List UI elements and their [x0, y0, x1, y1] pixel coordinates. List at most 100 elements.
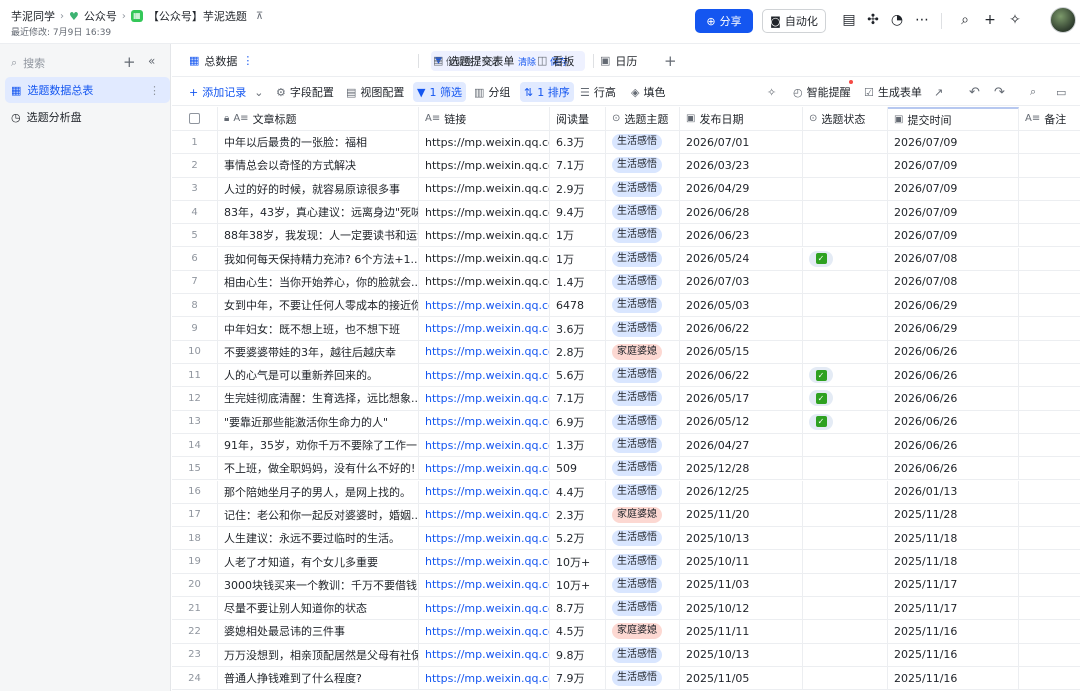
- search-records-icon[interactable]: ⌕: [1030, 82, 1036, 102]
- link-cell[interactable]: https://mp.weixin.qq.co...: [419, 154, 550, 177]
- tab-calendar[interactable]: ▣ 日历: [600, 44, 637, 77]
- column-header-link[interactable]: A≡ 链接: [419, 107, 550, 130]
- add-record-button[interactable]: + 添加记录 ⌄: [189, 82, 263, 102]
- status-cell[interactable]: [803, 154, 888, 177]
- status-cell[interactable]: [803, 224, 888, 247]
- title-cell[interactable]: 尽量不要让别人知道你的状态: [218, 597, 419, 620]
- submit-time-cell[interactable]: 2025/11/16: [888, 620, 1019, 643]
- topic-cell[interactable]: 家庭婆媳: [606, 340, 680, 363]
- title-cell[interactable]: 88年38岁，我发现：人一定要读书和运动: [218, 224, 419, 247]
- submit-time-cell[interactable]: 2026/06/26: [888, 410, 1019, 433]
- notes-cell[interactable]: [1019, 201, 1080, 223]
- reads-cell[interactable]: 1万: [550, 247, 606, 270]
- topic-cell[interactable]: 生活感悟: [606, 387, 680, 410]
- table-row[interactable]: 19人老了才知道，有个女儿多重要https://mp.weixin.qq.co.…: [172, 550, 1080, 574]
- notes-cell[interactable]: [1019, 411, 1080, 433]
- table-row[interactable]: 18 人生建议：永远不要过临时的生活。 https://mp.weixin.qq.c…: [172, 527, 1080, 551]
- notes-cell[interactable]: [1019, 341, 1080, 363]
- automation-button[interactable]: ◙ 自动化: [762, 9, 826, 33]
- title-cell[interactable]: 普通人挣钱难到了什么程度?: [218, 666, 419, 690]
- share-button[interactable]: ⊕ 分享: [695, 9, 753, 33]
- notes-cell[interactable]: [1019, 131, 1080, 153]
- topic-cell[interactable]: 生活感悟: [606, 573, 680, 596]
- link-cell[interactable]: https://mp.weixin.qq.co...: [419, 131, 550, 154]
- submit-time-cell[interactable]: 2026/01/13: [888, 480, 1019, 503]
- topic-cell[interactable]: 生活感悟: [606, 433, 680, 457]
- table-row[interactable]: 3人过的好的时候，就容易原谅很多事https://mp.weixin.qq.co…: [172, 177, 1080, 201]
- title-cell[interactable]: 人过的好的时候，就容易原谅很多事: [218, 177, 419, 200]
- publish-date-cell[interactable]: 2026/06/22: [680, 317, 803, 340]
- redo-icon[interactable]: ↷: [994, 82, 1005, 102]
- submit-time-cell[interactable]: 2026/06/29: [888, 294, 1019, 317]
- link-cell[interactable]: https://mp.weixin.qq.co...: [419, 597, 550, 620]
- submit-time-cell[interactable]: 2025/11/28: [888, 503, 1019, 527]
- comment-icon[interactable]: ▭: [1056, 82, 1066, 102]
- link-cell[interactable]: https://mp.weixin.qq.co...: [419, 177, 550, 200]
- topic-cell[interactable]: 生活感悟: [606, 527, 680, 550]
- topic-cell[interactable]: 生活感悟: [606, 666, 680, 690]
- link-cell[interactable]: https://mp.weixin.qq.co...: [419, 387, 550, 410]
- reads-cell[interactable]: 2.8万: [550, 340, 606, 363]
- publish-date-cell[interactable]: 2026/07/01: [680, 131, 803, 154]
- table-row[interactable]: 20 3000块钱买来一个教训：千万不要借钱... https://mp.weixi…: [172, 573, 1080, 597]
- topic-cell[interactable]: 生活感悟: [606, 224, 680, 247]
- status-cell[interactable]: [803, 270, 888, 294]
- title-cell[interactable]: 婆媳相处最忌讳的三件事: [218, 620, 419, 643]
- notes-cell[interactable]: [1019, 317, 1080, 339]
- notes-cell[interactable]: [1019, 527, 1080, 549]
- status-cell[interactable]: [803, 573, 888, 596]
- status-cell[interactable]: [803, 503, 888, 527]
- publish-date-cell[interactable]: 2026/05/03: [680, 294, 803, 317]
- submit-time-cell[interactable]: 2026/07/09: [888, 177, 1019, 200]
- smart-alert-button[interactable]: ◴ 智能提醒: [793, 82, 851, 102]
- row-height-button[interactable]: ☰ 行高: [580, 82, 616, 102]
- table-row[interactable]: 16 那个陪她坐月子的男人，是网上找的。 https://mp.weixin.qq.…: [172, 480, 1080, 504]
- notes-cell[interactable]: [1019, 434, 1080, 456]
- status-cell[interactable]: [803, 177, 888, 200]
- more-vertical-icon[interactable]: ⋮: [149, 84, 160, 97]
- submit-time-cell[interactable]: 2025/11/16: [888, 666, 1019, 690]
- topic-cell[interactable]: 生活感悟: [606, 364, 680, 387]
- share-view-icon[interactable]: ↗: [934, 82, 943, 102]
- tab-kanban[interactable]: ◫ 看板: [537, 44, 574, 77]
- link-cell[interactable]: https://mp.weixin.qq.co...: [419, 620, 550, 643]
- notes-cell[interactable]: [1019, 224, 1080, 246]
- status-cell[interactable]: [803, 433, 888, 457]
- search-icon[interactable]: ⌕: [956, 12, 974, 28]
- table-row[interactable]: 24普通人挣钱难到了什么程度?https://mp.weixin.qq.co..…: [172, 666, 1080, 691]
- submit-time-cell[interactable]: 2026/07/09: [888, 200, 1019, 224]
- status-cell[interactable]: [803, 666, 888, 690]
- title-cell[interactable]: 91年，35岁，劝你千万不要除了工作一...: [218, 433, 419, 457]
- table-row[interactable]: 22婆媳相处最忌讳的三件事https://mp.weixin.qq.co...4…: [172, 620, 1080, 644]
- title-cell[interactable]: 我如何每天保持精力充沛? 6个方法+1...: [218, 247, 419, 270]
- topic-cell[interactable]: 家庭婆媳: [606, 620, 680, 643]
- link-cell[interactable]: https://mp.weixin.qq.co...: [419, 340, 550, 363]
- reads-cell[interactable]: 9.4万: [550, 200, 606, 224]
- plus-icon[interactable]: +: [981, 12, 999, 28]
- field-config-button[interactable]: ⚙ 字段配置: [276, 82, 334, 102]
- reads-cell[interactable]: 7.1万: [550, 154, 606, 177]
- tab-submit-form[interactable]: ▤ 选题提交表单: [433, 44, 514, 77]
- publish-date-cell[interactable]: 2025/10/13: [680, 527, 803, 550]
- title-cell[interactable]: 人的心气是可以重新养回来的。: [218, 364, 419, 387]
- link-cell[interactable]: https://mp.weixin.qq.co...: [419, 317, 550, 340]
- topic-cell[interactable]: 生活感悟: [606, 597, 680, 620]
- title-cell[interactable]: "要靠近那些能激活你生命力的人": [218, 410, 419, 433]
- reads-cell[interactable]: 5.2万: [550, 527, 606, 550]
- status-cell[interactable]: [803, 597, 888, 620]
- topic-cell[interactable]: 生活感悟: [606, 200, 680, 224]
- chevron-down-icon[interactable]: ⌄: [254, 86, 263, 99]
- link-cell[interactable]: https://mp.weixin.qq.co...: [419, 666, 550, 690]
- pin-icon[interactable]: ⊼: [256, 11, 263, 22]
- link-cell[interactable]: https://mp.weixin.qq.co...: [419, 294, 550, 317]
- status-cell[interactable]: [803, 550, 888, 573]
- plugin-icon[interactable]: ✣: [864, 12, 882, 28]
- title-cell[interactable]: 事情总会以奇怪的方式解决: [218, 154, 419, 177]
- reads-cell[interactable]: 2.9万: [550, 177, 606, 200]
- publish-date-cell[interactable]: 2025/10/11: [680, 550, 803, 573]
- status-cell[interactable]: ✓: [803, 364, 888, 387]
- publish-date-cell[interactable]: 2026/04/27: [680, 433, 803, 457]
- notes-cell[interactable]: [1019, 620, 1080, 642]
- column-header-notes[interactable]: A≡ 备注: [1019, 107, 1080, 130]
- table-row[interactable]: 11人的心气是可以重新养回来的。https://mp.weixin.qq.co.…: [172, 364, 1080, 388]
